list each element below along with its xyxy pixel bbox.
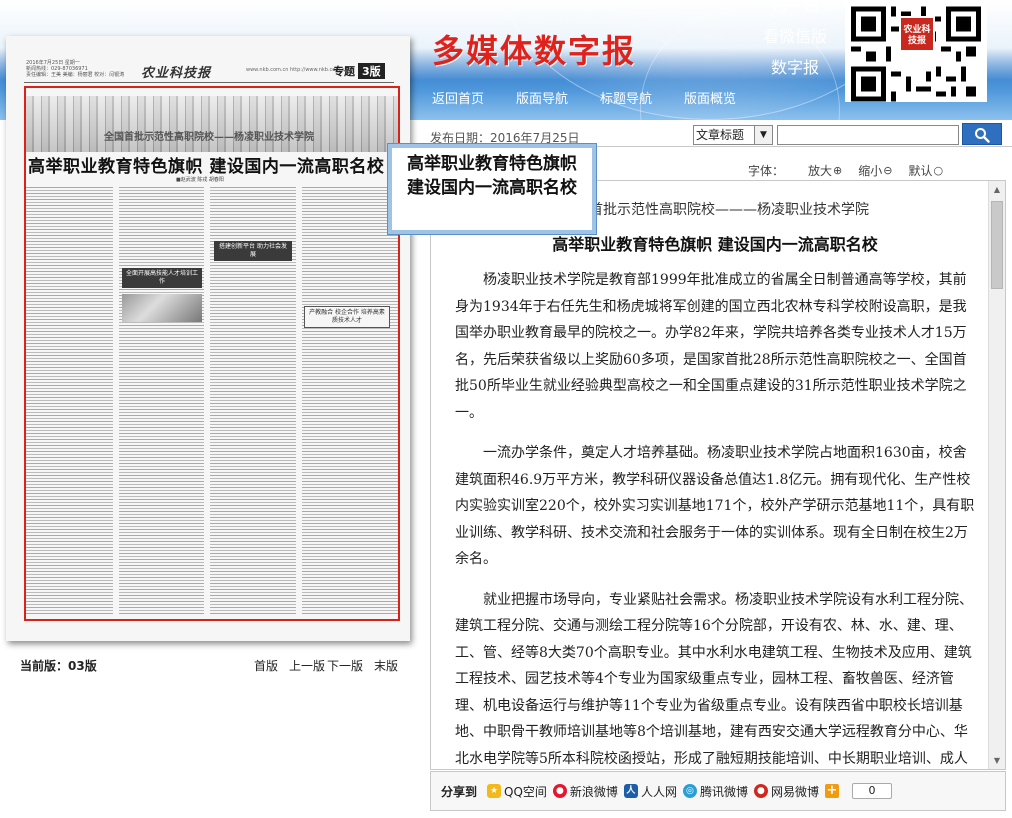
font-default-button[interactable]: 默认 ○ <box>908 162 943 179</box>
font-size-label: 字体： <box>748 164 785 178</box>
wechat-line-3: 数字报 <box>770 58 819 77</box>
font-size-bar: 字体： 放大 ⊕ 缩小 ⊖ 默认 ○ <box>748 162 959 179</box>
share-bar: 分享到 ★ QQ空间 ● 新浪微博 人人人网 ◎ 腾讯微博 ● 网易微博 + 0 <box>430 771 1006 811</box>
first-page-link[interactable]: 首版 <box>254 657 278 674</box>
page-number-badge: 3版 <box>358 63 385 79</box>
publish-date-label: 发布日期： <box>430 131 491 145</box>
page-topic: 专题 3版 <box>333 63 385 79</box>
weibo-icon: ● <box>552 784 567 798</box>
font-default-label: 默认 <box>908 164 933 178</box>
share-qzone-label: QQ空间 <box>504 784 547 799</box>
page-topic-label: 专题 <box>333 65 355 78</box>
wechat-hint: 扫一扫 看微信版 数字报 <box>755 0 835 83</box>
share-weibo[interactable]: ● 新浪微博 <box>552 783 618 800</box>
nav-page-overview[interactable]: 版面概览 <box>684 88 736 107</box>
renren-icon: 人 <box>623 784 638 798</box>
article-tooltip: 高举职业教育特色旗帜 建设国内一流高职名校 <box>387 143 597 235</box>
qr-code: 农业科技报 <box>845 0 987 102</box>
search-field-value: 文章标题 <box>696 128 745 142</box>
publish-date-value: 2016年7月25日 <box>490 131 580 145</box>
newspaper-page-panel: 2016年7月25日 星期一 新闻热线：029-87036971 责任编辑：王美… <box>0 32 420 652</box>
nav-title-navigation[interactable]: 标题导航 <box>600 88 652 107</box>
search-icon <box>975 128 990 143</box>
font-shrink-button[interactable]: 缩小 ⊖ <box>858 162 892 179</box>
newspaper-masthead: 农业科技报 <box>141 66 212 81</box>
search-button[interactable] <box>962 123 1002 145</box>
page-pagination: 首版 上一版 下一版 末版 <box>254 657 409 674</box>
zoom-out-icon: ⊖ <box>883 164 893 177</box>
nav-home[interactable]: 返回首页 <box>432 88 484 107</box>
share-qzone[interactable]: ★ QQ空间 <box>487 783 547 800</box>
article-content: 全国首批示范性高职院校———杨凌职业技术学院 高举职业教育特色旗帜 建设国内一流… <box>455 199 975 769</box>
share-tencent-weibo-label: 腾讯微博 <box>699 784 748 799</box>
nav-page-navigation[interactable]: 版面导航 <box>516 88 568 107</box>
current-page-info: 当前版：03版 <box>20 659 97 673</box>
article-paragraph: 杨凌职业技术学院是教育部1999年批准成立的省属全日制普通高等学校，其前身为19… <box>455 272 967 421</box>
share-renren[interactable]: 人人人网 <box>623 783 677 800</box>
radio-icon: ○ <box>933 164 944 177</box>
qzone-icon: ★ <box>487 784 502 798</box>
masthead-rule <box>24 82 394 83</box>
last-page-link[interactable]: 末版 <box>374 657 398 674</box>
share-netease-weibo-label: 网易微博 <box>770 784 819 799</box>
share-tencent-weibo[interactable]: ◎ 腾讯微博 <box>682 783 748 800</box>
share-weibo-label: 新浪微博 <box>569 784 618 799</box>
page-meta-line: 责任编辑：王美 美编：杨丽君 校对：闫银涛 <box>26 72 125 78</box>
newspaper-page-image[interactable]: 2016年7月25日 星期一 新闻热线：029-87036971 责任编辑：王美… <box>6 36 410 641</box>
article-paragraph: 一流办学条件，奠定人才培养基础。杨凌职业技术学院占地面积1630亩，校舍建筑面积… <box>455 445 975 567</box>
font-enlarge-label: 放大 <box>808 164 833 178</box>
scroll-down-icon[interactable]: ▼ <box>989 752 1005 769</box>
search-input[interactable] <box>777 125 959 145</box>
share-netease-weibo[interactable]: ● 网易微博 <box>753 783 819 800</box>
article-paragraph: 就业把握市场导向，专业紧贴社会需求。杨凌职业技术学院设有水利工程分院、建筑工程分… <box>455 591 973 767</box>
font-enlarge-button[interactable]: 放大 ⊕ <box>808 162 842 179</box>
article-scrollbar[interactable]: ▲ ▼ <box>988 181 1005 769</box>
share-renren-label: 人人网 <box>640 784 677 799</box>
article-title: 高举职业教育特色旗帜 建设国内一流高职名校 <box>552 235 878 254</box>
next-page-link[interactable]: 下一版 <box>327 657 363 674</box>
main-nav: 返回首页 版面导航 标题导航 版面概览 <box>432 88 768 107</box>
tencent-weibo-icon: ◎ <box>682 784 697 798</box>
share-label: 分享到 <box>441 784 478 799</box>
article-hotspot-frame[interactable] <box>24 86 400 621</box>
plus-icon: + <box>824 783 839 798</box>
prev-page-link[interactable]: 上一版 <box>289 657 325 674</box>
search-field-select[interactable]: 文章标题 ▼ <box>693 125 773 145</box>
wechat-line-2: 看微信版 <box>762 27 827 46</box>
zoom-in-icon: ⊕ <box>833 164 843 177</box>
netease-weibo-icon: ● <box>753 784 768 798</box>
site-title: 多媒体数字报 <box>432 32 637 70</box>
scrollbar-thumb[interactable] <box>991 201 1003 289</box>
wechat-line-1: 扫一扫 <box>770 0 819 15</box>
share-counter: 0 <box>851 783 892 799</box>
article-panel[interactable]: 全国首批示范性高职院校———杨凌职业技术学院 高举职业教育特色旗帜 建设国内一流… <box>430 180 1006 770</box>
page-meta: 2016年7月25日 星期一 新闻热线：029-87036971 责任编辑：王美… <box>26 60 124 78</box>
font-shrink-label: 缩小 <box>858 164 883 178</box>
chevron-down-icon: ▼ <box>754 126 772 144</box>
scroll-up-icon[interactable]: ▲ <box>989 181 1005 198</box>
share-more-button[interactable]: + <box>824 783 842 798</box>
qr-badge: 农业科技报 <box>899 16 935 52</box>
